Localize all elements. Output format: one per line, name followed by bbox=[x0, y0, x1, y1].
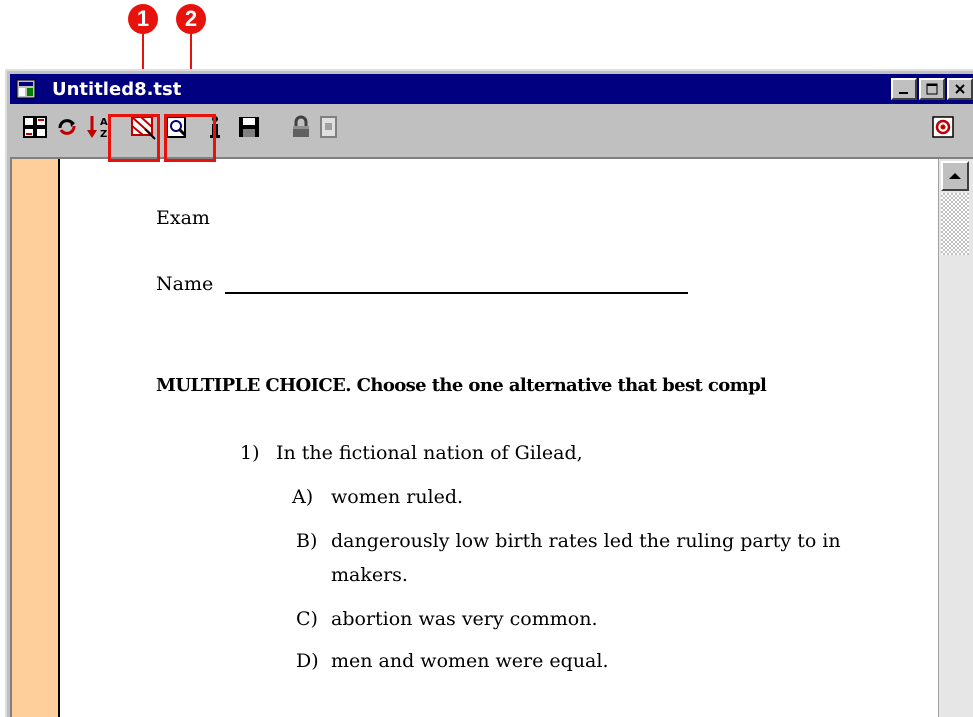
save-icon bbox=[239, 117, 259, 137]
option-a-text: women ruled. bbox=[331, 486, 464, 508]
lock-button[interactable] bbox=[286, 111, 316, 143]
option-b-continuation: makers. bbox=[331, 564, 408, 586]
document-area: Exam Name MULTIPLE CHOICE. Choose the on… bbox=[10, 157, 973, 717]
sort-button-highlight bbox=[108, 114, 160, 162]
app-icon bbox=[16, 79, 36, 99]
question-number: 1) bbox=[240, 442, 260, 464]
instructions: MULTIPLE CHOICE. Choose the one alternat… bbox=[156, 375, 767, 396]
arrow-up-icon bbox=[949, 173, 961, 179]
vertical-scrollbar[interactable] bbox=[938, 159, 973, 717]
record-icon bbox=[932, 116, 954, 138]
option-a-letter: A) bbox=[292, 486, 314, 508]
option-d-letter: D) bbox=[296, 650, 319, 672]
exam-page[interactable]: Exam Name MULTIPLE CHOICE. Choose the on… bbox=[60, 159, 939, 717]
minimize-button[interactable] bbox=[891, 78, 917, 100]
record-button[interactable] bbox=[928, 111, 958, 143]
scroll-up-button[interactable] bbox=[941, 161, 969, 191]
title-bar[interactable]: Untitled8.tst bbox=[10, 74, 973, 104]
callout-2-leader bbox=[190, 34, 192, 70]
question-text: In the fictional nation of Gilead, bbox=[276, 442, 583, 464]
refresh-icon bbox=[58, 119, 76, 135]
option-c-text: abortion was very common. bbox=[331, 608, 598, 630]
locked-page-icon bbox=[320, 116, 337, 138]
option-d-text: men and women were equal. bbox=[331, 650, 609, 672]
maximize-icon bbox=[926, 83, 938, 95]
save-button[interactable] bbox=[234, 111, 264, 143]
test-window: Untitled8.tst A Z Exam Name MULTIPLE CHO… bbox=[5, 69, 973, 717]
close-button[interactable] bbox=[947, 78, 973, 100]
locked-page-button[interactable] bbox=[314, 111, 344, 143]
callout-1: 1 bbox=[128, 4, 158, 34]
lock-icon bbox=[293, 115, 309, 137]
callout-2: 2 bbox=[176, 4, 206, 34]
name-line bbox=[225, 292, 688, 294]
scramble-button-highlight bbox=[164, 114, 216, 162]
margin-strip bbox=[12, 159, 60, 717]
window-title: Untitled8.tst bbox=[52, 78, 182, 100]
maximize-button[interactable] bbox=[919, 78, 945, 100]
option-b-text: dangerously low birth rates led the ruli… bbox=[331, 530, 841, 552]
refresh-button[interactable] bbox=[52, 111, 82, 143]
exam-heading: Exam bbox=[156, 207, 210, 229]
layout-icon bbox=[23, 116, 47, 138]
option-c-letter: C) bbox=[296, 608, 318, 630]
option-b-letter: B) bbox=[296, 530, 318, 552]
close-icon bbox=[955, 84, 965, 94]
layout-button[interactable] bbox=[20, 111, 50, 143]
name-label: Name bbox=[156, 273, 214, 295]
svg-text:A: A bbox=[100, 117, 108, 128]
svg-text:Z: Z bbox=[100, 129, 107, 140]
minimize-icon bbox=[899, 92, 908, 94]
scroll-track[interactable] bbox=[941, 193, 969, 255]
